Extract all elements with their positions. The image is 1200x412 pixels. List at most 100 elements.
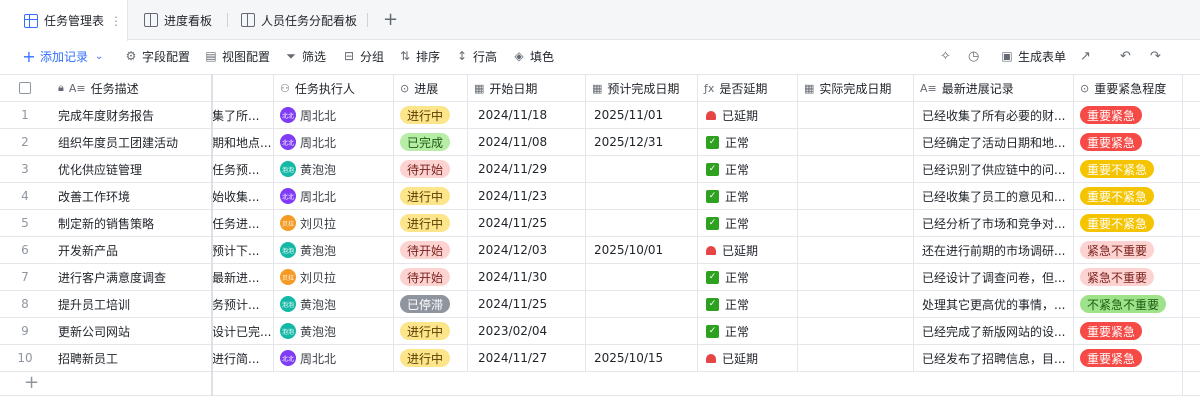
- share-icon[interactable]: ↗: [1080, 40, 1091, 72]
- desc-cell[interactable]: 最新进...: [212, 264, 274, 290]
- column-header-latest[interactable]: A≡ 最新进展记录: [914, 75, 1074, 101]
- priority-cell[interactable]: 紧急不重要: [1074, 237, 1182, 263]
- tab-progress-kanban[interactable]: 进度看板: [144, 0, 212, 40]
- actual-end-date-cell[interactable]: [798, 345, 914, 371]
- add-record-button[interactable]: + 添加记录 ⌄: [22, 40, 106, 72]
- plan-end-date-cell[interactable]: [586, 291, 698, 317]
- owner-cell[interactable]: 贝拉 刘贝拉: [274, 210, 394, 236]
- actual-end-date-cell[interactable]: [798, 291, 914, 317]
- add-view-icon[interactable]: +: [383, 9, 398, 30]
- column-header-actual-end[interactable]: ▦ 实际完成日期: [798, 75, 914, 101]
- actual-end-date-cell[interactable]: [798, 210, 914, 236]
- redo-icon[interactable]: ↷: [1150, 40, 1161, 72]
- delayed-cell[interactable]: ✓ 正常: [698, 318, 798, 344]
- actual-end-date-cell[interactable]: [798, 264, 914, 290]
- add-row-icon[interactable]: +: [24, 372, 39, 393]
- column-header-priority[interactable]: ⊙ 重要紧急程度: [1074, 75, 1182, 101]
- task-cell[interactable]: 进行客户满意度调查: [50, 264, 212, 290]
- latest-progress-cell[interactable]: 已经识别了供应链中的问...: [914, 156, 1074, 182]
- table-row[interactable]: 8 提升员工培训 务预计... 泡泡 黄泡泡 已停滞 2024/11/25 ✓ 正常 处理其它更高…: [0, 291, 1200, 318]
- task-cell[interactable]: 招聘新员工: [50, 345, 212, 371]
- owner-cell[interactable]: 泡泡 黄泡泡: [274, 156, 394, 182]
- latest-progress-cell[interactable]: 还在进行前期的市场调研...: [914, 237, 1074, 263]
- start-date-cell[interactable]: 2024/11/29: [468, 156, 586, 182]
- column-header-start[interactable]: ▦ 开始日期: [468, 75, 586, 101]
- column-header-plan-end[interactable]: ▦ 预计完成日期: [586, 75, 698, 101]
- actual-end-date-cell[interactable]: [798, 129, 914, 155]
- start-date-cell[interactable]: 2024/11/18: [468, 102, 586, 128]
- task-cell[interactable]: 组织年度员工团建活动: [50, 129, 212, 155]
- actual-end-date-cell[interactable]: [798, 102, 914, 128]
- task-cell[interactable]: 改善工作环境: [50, 183, 212, 209]
- latest-progress-cell[interactable]: 已经收集了所有必要的财...: [914, 102, 1074, 128]
- column-header-task[interactable]: 🔒︎ A≡ 任务描述: [50, 75, 212, 101]
- start-date-cell[interactable]: 2024/11/08: [468, 129, 586, 155]
- select-all-checkbox[interactable]: [0, 75, 50, 101]
- add-row-bar[interactable]: +: [0, 370, 1200, 396]
- owner-cell[interactable]: 北北 周北北: [274, 129, 394, 155]
- status-cell[interactable]: 已完成: [394, 129, 468, 155]
- owner-cell[interactable]: 北北 周北北: [274, 102, 394, 128]
- plan-end-date-cell[interactable]: 2025/11/01: [586, 102, 698, 128]
- group-button[interactable]: ⊟ 分组: [342, 40, 384, 72]
- row-height-button[interactable]: ↕ 行高: [455, 40, 497, 72]
- table-row[interactable]: 9 更新公司网站 设计已完... 泡泡 黄泡泡 进行中 2023/02/04 ✓ 正常 已经完成了…: [0, 318, 1200, 345]
- delayed-cell[interactable]: 已延期: [698, 345, 798, 371]
- desc-cell[interactable]: 任务预...: [212, 156, 274, 182]
- priority-cell[interactable]: 重要不紧急: [1074, 183, 1182, 209]
- delayed-cell[interactable]: 已延期: [698, 102, 798, 128]
- delayed-cell[interactable]: ✓ 正常: [698, 291, 798, 317]
- latest-progress-cell[interactable]: 已经发布了招聘信息，目...: [914, 345, 1074, 371]
- latest-progress-cell[interactable]: 已经完成了新版网站的设...: [914, 318, 1074, 344]
- plan-end-date-cell[interactable]: 2025/10/15: [586, 345, 698, 371]
- field-config-button[interactable]: ⚙ 字段配置: [124, 40, 190, 72]
- actual-end-date-cell[interactable]: [798, 318, 914, 344]
- actual-end-date-cell[interactable]: [798, 156, 914, 182]
- desc-cell[interactable]: 进行简...: [212, 345, 274, 371]
- latest-progress-cell[interactable]: 已经分析了市场和竞争对...: [914, 210, 1074, 236]
- start-date-cell[interactable]: 2024/11/25: [468, 291, 586, 317]
- start-date-cell[interactable]: 2024/11/30: [468, 264, 586, 290]
- ai-sparkle-icon[interactable]: ✧: [940, 40, 951, 72]
- task-cell[interactable]: 开发新产品: [50, 237, 212, 263]
- priority-cell[interactable]: 重要不紧急: [1074, 210, 1182, 236]
- task-cell[interactable]: 提升员工培训: [50, 291, 212, 317]
- delayed-cell[interactable]: ✓ 正常: [698, 156, 798, 182]
- desc-cell[interactable]: 预计下...: [212, 237, 274, 263]
- owner-cell[interactable]: 北北 周北北: [274, 183, 394, 209]
- desc-cell[interactable]: 任务进...: [212, 210, 274, 236]
- owner-cell[interactable]: 贝拉 刘贝拉: [274, 264, 394, 290]
- table-row[interactable]: 1 完成年度财务报告 集了所... 北北 周北北 进行中 2024/11/18 2025/11…: [0, 102, 1200, 129]
- sort-button[interactable]: ⇅ 排序: [398, 40, 440, 72]
- desc-cell[interactable]: 始收集...: [212, 183, 274, 209]
- task-cell[interactable]: 优化供应链管理: [50, 156, 212, 182]
- plan-end-date-cell[interactable]: [586, 183, 698, 209]
- start-date-cell[interactable]: 2024/11/23: [468, 183, 586, 209]
- plan-end-date-cell[interactable]: [586, 210, 698, 236]
- delayed-cell[interactable]: ✓ 正常: [698, 264, 798, 290]
- status-cell[interactable]: 待开始: [394, 264, 468, 290]
- plan-end-date-cell[interactable]: [586, 264, 698, 290]
- tab-people-kanban[interactable]: 人员任务分配看板: [241, 0, 357, 40]
- desc-cell[interactable]: 集了所...: [212, 102, 274, 128]
- owner-cell[interactable]: 泡泡 黄泡泡: [274, 318, 394, 344]
- delayed-cell[interactable]: ✓ 正常: [698, 183, 798, 209]
- priority-cell[interactable]: 不紧急不重要: [1074, 291, 1182, 317]
- priority-cell[interactable]: 重要紧急: [1074, 318, 1182, 344]
- priority-cell[interactable]: 重要不紧急: [1074, 156, 1182, 182]
- view-config-button[interactable]: ▤ 视图配置: [204, 40, 270, 72]
- vertical-scrollbar[interactable]: [1182, 74, 1200, 396]
- task-cell[interactable]: 制定新的销售策略: [50, 210, 212, 236]
- delayed-cell[interactable]: 已延期: [698, 237, 798, 263]
- owner-cell[interactable]: 泡泡 黄泡泡: [274, 291, 394, 317]
- status-cell[interactable]: 进行中: [394, 183, 468, 209]
- task-cell[interactable]: 完成年度财务报告: [50, 102, 212, 128]
- table-row[interactable]: 6 开发新产品 预计下... 泡泡 黄泡泡 待开始 2024/12/03 2025/10/01…: [0, 237, 1200, 264]
- undo-icon[interactable]: ↶: [1120, 40, 1131, 72]
- latest-progress-cell[interactable]: 已经设计了调查问卷，但...: [914, 264, 1074, 290]
- latest-progress-cell[interactable]: 已经收集了员工的意见和...: [914, 183, 1074, 209]
- status-cell[interactable]: 待开始: [394, 237, 468, 263]
- priority-cell[interactable]: 重要紧急: [1074, 129, 1182, 155]
- actual-end-date-cell[interactable]: [798, 237, 914, 263]
- plan-end-date-cell[interactable]: 2025/10/01: [586, 237, 698, 263]
